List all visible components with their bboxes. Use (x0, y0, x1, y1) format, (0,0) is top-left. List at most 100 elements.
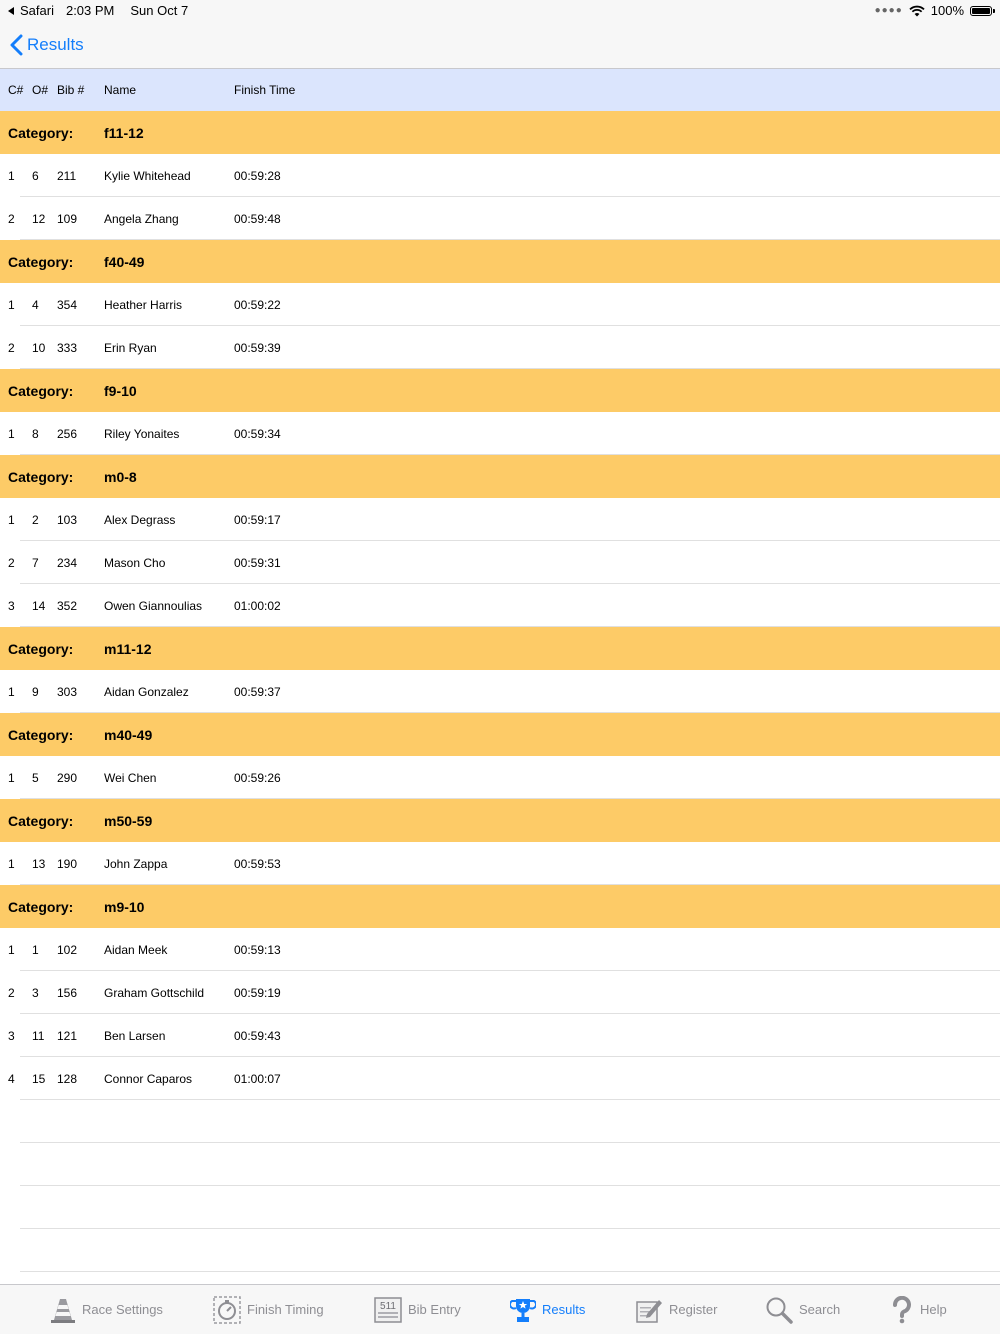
status-app-name[interactable]: Safari (20, 3, 54, 18)
category-header-row: Category: f9-10 (0, 369, 1000, 412)
nav-bar: Results (0, 22, 1000, 69)
finish-time-cell: 00:59:26 (234, 770, 281, 785)
tab-search-label: Search (799, 1302, 841, 1317)
category-name: m50-59 (104, 812, 153, 829)
table-row[interactable]: 1 2 103 Alex Degrass 00:59:17 (0, 498, 1000, 541)
name-cell: Aidan Gonzalez (104, 684, 189, 699)
tab-bib-entry-label: Bib Entry (408, 1302, 461, 1317)
category-name: f11-12 (104, 124, 144, 141)
table-row[interactable]: 1 5 290 Wei Chen 00:59:26 (0, 756, 1000, 799)
tab-finish-timing[interactable]: Finish Timing (213, 1285, 324, 1334)
register-icon (636, 1299, 662, 1323)
table-row[interactable]: 2 7 234 Mason Cho 00:59:31 (0, 541, 1000, 584)
name-cell: Kylie Whitehead (104, 168, 191, 183)
category-label: Category: (8, 726, 74, 743)
bib-cell: 352 (57, 598, 78, 613)
table-row[interactable]: 1 9 303 Aidan Gonzalez 00:59:37 (0, 670, 1000, 713)
name-cell: Connor Caparos (104, 1071, 193, 1086)
category-rank-cell: 1 (8, 942, 15, 957)
table-row[interactable]: 1 8 256 Riley Yonaites 00:59:34 (0, 412, 1000, 455)
category-rank-cell: 2 (8, 985, 15, 1000)
finish-time-cell: 00:59:39 (234, 340, 281, 355)
status-bar: Safari 2:03 PM Sun Oct 7 ●●●● 100% (0, 0, 1000, 22)
category-name: f40-49 (104, 253, 145, 270)
tab-race-settings[interactable]: Race Settings (50, 1285, 163, 1334)
battery-percent: 100% (930, 3, 964, 18)
table-row[interactable]: 2 3 156 Graham Gottschild 00:59:19 (0, 971, 1000, 1014)
tab-finish-timing-label: Finish Timing (247, 1302, 324, 1317)
tab-help[interactable]: Help (890, 1285, 947, 1334)
tab-results[interactable]: Results (510, 1285, 585, 1334)
overall-rank-cell: 5 (32, 770, 39, 785)
tab-register-label: Register (669, 1302, 718, 1317)
column-finish-time: Finish Time (234, 83, 296, 97)
table-row[interactable]: 4 15 128 Connor Caparos 01:00:07 (0, 1057, 1000, 1100)
overall-rank-cell: 14 (32, 598, 46, 613)
tab-bib-entry[interactable]: 511 Bib Entry (374, 1285, 461, 1334)
category-label: Category: (8, 468, 74, 485)
table-row[interactable]: 2 10 333 Erin Ryan 00:59:39 (0, 326, 1000, 369)
overall-rank-cell: 9 (32, 684, 39, 699)
overall-rank-cell: 8 (32, 426, 39, 441)
bib-cell: 109 (57, 211, 78, 226)
overall-rank-cell: 15 (32, 1071, 46, 1086)
column-name: Name (104, 83, 137, 97)
overall-rank-cell: 10 (32, 340, 46, 355)
bib-cell: 190 (57, 856, 78, 871)
category-rank-cell: 4 (8, 1071, 15, 1086)
category-header-row: Category: m0-8 (0, 455, 1000, 498)
overall-rank-cell: 6 (32, 168, 39, 183)
category-rank-cell: 1 (8, 684, 15, 699)
bib-cell: 290 (57, 770, 78, 785)
category-rank-cell: 1 (8, 770, 15, 785)
tab-help-label: Help (920, 1302, 947, 1317)
name-cell: John Zappa (104, 856, 168, 871)
wifi-icon (909, 5, 925, 16)
tab-race-settings-label: Race Settings (82, 1302, 163, 1317)
finish-time-cell: 00:59:19 (234, 985, 281, 1000)
table-row[interactable]: 3 14 352 Owen Giannoulias 01:00:02 (0, 584, 1000, 627)
category-label: Category: (8, 812, 74, 829)
back-button-label: Results (27, 35, 84, 54)
table-row[interactable]: 1 13 190 John Zappa 00:59:53 (0, 842, 1000, 885)
overall-rank-cell: 1 (32, 942, 39, 957)
name-cell: Owen Giannoulias (104, 598, 203, 613)
category-rank-cell: 1 (8, 297, 15, 312)
category-label: Category: (8, 640, 74, 657)
table-row[interactable]: 1 4 354 Heather Harris 00:59:22 (0, 283, 1000, 326)
category-label: Category: (8, 898, 74, 915)
finish-time-cell: 00:59:28 (234, 168, 281, 183)
category-header-row: Category: m40-49 (0, 713, 1000, 756)
tab-search[interactable]: Search (765, 1285, 840, 1334)
category-name: m11-12 (104, 640, 152, 657)
name-cell: Mason Cho (104, 555, 166, 570)
finish-time-cell: 00:59:37 (234, 684, 281, 699)
table-row[interactable]: 1 1 102 Aidan Meek 00:59:13 (0, 928, 1000, 971)
finish-time-cell: 01:00:07 (234, 1071, 281, 1086)
empty-row (0, 1143, 1000, 1186)
category-header-row: Category: f40-49 (0, 240, 1000, 283)
back-to-app-icon[interactable] (8, 6, 14, 15)
cone-icon (51, 1298, 75, 1323)
back-button[interactable]: Results (10, 31, 84, 59)
table-row[interactable]: 3 11 121 Ben Larsen 00:59:43 (0, 1014, 1000, 1057)
name-cell: Graham Gottschild (104, 985, 205, 1000)
table-row[interactable]: 2 12 109 Angela Zhang 00:59:48 (0, 197, 1000, 240)
bib-cell: 234 (57, 555, 78, 570)
bib-cell: 211 (57, 168, 77, 183)
table-row[interactable]: 1 6 211 Kylie Whitehead 00:59:28 (0, 154, 1000, 197)
bib-cell: 354 (57, 297, 78, 312)
overall-rank-cell: 7 (32, 555, 39, 570)
finish-time-cell: 00:59:53 (234, 856, 281, 871)
category-rank-cell: 2 (8, 340, 15, 355)
status-time: 2:03 PM (65, 3, 115, 18)
category-rank-cell: 2 (8, 555, 15, 570)
empty-row (0, 1100, 1000, 1143)
tab-register[interactable]: Register (635, 1285, 717, 1334)
finish-time-cell: 00:59:48 (234, 211, 281, 226)
results-list[interactable]: Category: f11-12 1 6 211 Kylie Whitehead 00:59… (0, 111, 1000, 1272)
name-cell: Riley Yonaites (104, 426, 180, 441)
category-rank-cell: 3 (8, 598, 15, 613)
stopwatch-icon (213, 1295, 241, 1324)
bib-cell: 103 (57, 512, 78, 527)
